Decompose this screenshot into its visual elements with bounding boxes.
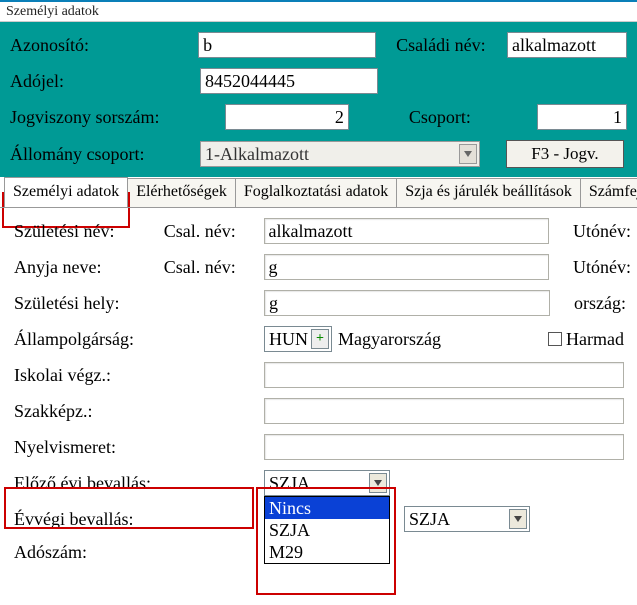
prev-return-label: Előző évi bevallás: xyxy=(14,473,264,494)
prev-return-select[interactable]: SZJA xyxy=(264,470,390,496)
citizenship-code: HUN xyxy=(269,329,308,350)
header-panel: Azonosító: Családi név: Adójel: Jogviszo… xyxy=(0,22,637,178)
family-label: Családi név: xyxy=(396,33,507,57)
birthplace-input[interactable] xyxy=(264,290,550,316)
csal-label-1: Csal. név: xyxy=(164,221,264,242)
tax-label: Adójel: xyxy=(10,69,200,93)
tax-input[interactable] xyxy=(200,68,378,94)
csal-label-2: Csal. név: xyxy=(164,257,264,278)
stock-label: Állomány csoport: xyxy=(10,142,200,166)
id-label: Azonosító: xyxy=(10,33,198,57)
tab-personal[interactable]: Személyi adatok xyxy=(4,177,128,207)
plus-icon[interactable]: + xyxy=(311,329,329,349)
citizenship-label: Állampolgárság: xyxy=(14,329,264,350)
citizenship-code-input[interactable]: HUN + xyxy=(264,326,332,352)
stock-value: 1-Alkalmazott xyxy=(205,144,309,165)
option-szja[interactable]: SZJA xyxy=(265,519,389,541)
id-input[interactable] xyxy=(198,32,376,58)
vocation-label: Szakképz.: xyxy=(14,401,264,422)
chevron-down-icon xyxy=(459,144,477,164)
form-area: Születési név: Csal. név: Utónév: Anyja … xyxy=(0,207,637,563)
option-nincs[interactable]: Nincs xyxy=(265,497,389,519)
family-input[interactable] xyxy=(507,32,627,58)
third-country-checkbox[interactable] xyxy=(548,332,562,346)
third-country-label: Harmad xyxy=(566,329,624,350)
edu-input[interactable] xyxy=(264,362,624,388)
utonev-label-2: Utónév: xyxy=(573,257,631,278)
group-input[interactable] xyxy=(537,104,627,130)
utonev-label-1: Utónév: xyxy=(573,221,631,242)
tab-contacts[interactable]: Elérhetőségek xyxy=(127,178,236,208)
prev-return-value: SZJA xyxy=(269,473,310,494)
mother-input[interactable] xyxy=(264,254,549,280)
tab-payroll[interactable]: Számfejtési beáll xyxy=(580,178,637,208)
year-end-value-2: SZJA xyxy=(409,509,450,530)
rel-input[interactable] xyxy=(225,104,349,130)
year-end-label: Évvégi bevallás: xyxy=(14,509,264,530)
vocation-input[interactable] xyxy=(264,398,624,424)
tax-num-label: Adószám: xyxy=(14,542,264,563)
prev-return-dropdown[interactable]: Nincs SZJA M29 xyxy=(264,496,390,564)
chevron-down-icon xyxy=(509,509,527,529)
edu-label: Iskolai végz.: xyxy=(14,365,264,386)
chevron-down-icon xyxy=(369,473,387,493)
tab-tax-settings[interactable]: Szja és járulék beállítások xyxy=(396,178,581,208)
window-titlebar: Személyi adatok xyxy=(0,0,637,22)
birth-name-label: Születési név: xyxy=(14,221,164,242)
tab-employment[interactable]: Foglalkoztatási adatok xyxy=(235,178,397,208)
language-label: Nyelvismeret: xyxy=(14,437,264,458)
mother-label: Anyja neve: xyxy=(14,257,164,278)
window-title: Személyi adatok xyxy=(6,4,99,19)
year-end-select-2[interactable]: SZJA xyxy=(404,506,530,532)
f3-button[interactable]: F3 - Jogv. xyxy=(506,140,624,168)
citizenship-name: Magyarország xyxy=(338,329,548,350)
stock-select[interactable]: 1-Alkalmazott xyxy=(200,141,480,167)
tab-bar: Személyi adatok Elérhetőségek Foglalkozt… xyxy=(0,177,637,207)
f3-label: F3 - Jogv. xyxy=(531,144,598,164)
country-label: ország: xyxy=(574,293,626,314)
language-input[interactable] xyxy=(264,434,624,460)
birth-name-input[interactable] xyxy=(264,218,549,244)
group-label: Csoport: xyxy=(409,105,537,129)
option-m29[interactable]: M29 xyxy=(265,541,389,563)
birthplace-label: Születési hely: xyxy=(14,293,264,314)
rel-label: Jogviszony sorszám: xyxy=(10,105,225,129)
